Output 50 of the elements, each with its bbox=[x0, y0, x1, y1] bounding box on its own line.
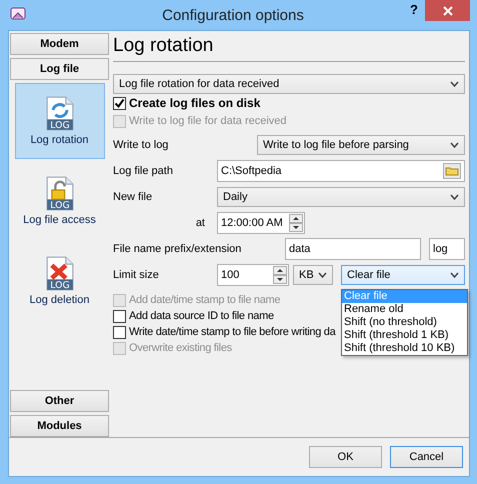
sidebar-item[interactable]: LOG Log file access bbox=[14, 163, 104, 239]
checkbox[interactable]: Write date/time stamp to file before writing da bbox=[113, 324, 336, 340]
field-label: Write to log bbox=[113, 139, 170, 151]
sidebar-section[interactable]: Modem bbox=[10, 33, 109, 55]
dropdown-option[interactable]: Rename old bbox=[342, 303, 467, 316]
check-icon bbox=[114, 98, 125, 108]
close-icon bbox=[442, 6, 452, 16]
field-label: at bbox=[194, 217, 206, 229]
folder-icon[interactable] bbox=[443, 163, 461, 179]
chevron-icon bbox=[450, 142, 459, 148]
dropdown-option[interactable]: Shift (threshold 1 KB) bbox=[342, 329, 467, 342]
window-title: Configuration options bbox=[161, 6, 305, 24]
sidebar-section[interactable]: Modules bbox=[10, 415, 109, 437]
chevron-icon bbox=[450, 194, 459, 200]
log-file-icon: LOG bbox=[46, 96, 74, 131]
mode-dropdown[interactable]: Log file rotation for data received bbox=[113, 74, 465, 94]
dialog-button[interactable]: OK bbox=[309, 446, 382, 468]
size-field[interactable]: 100 bbox=[217, 264, 289, 286]
dropdown-option[interactable]: Shift (threshold 10 KB) bbox=[342, 342, 467, 355]
field-label: Limit size bbox=[113, 269, 160, 281]
sidebar-section[interactable]: Other bbox=[10, 390, 109, 412]
help-button[interactable]: ? bbox=[404, 0, 424, 19]
sidebar-item[interactable]: LOG Log rotation bbox=[14, 83, 104, 159]
new-file-dropdown[interactable]: Daily bbox=[217, 187, 465, 207]
spinner-icon[interactable] bbox=[289, 214, 303, 232]
page-title: Log rotation bbox=[113, 34, 214, 58]
time-field[interactable]: 12:00:00 AM bbox=[217, 212, 305, 234]
prefix-field[interactable]: data bbox=[285, 238, 421, 260]
field-label: New file bbox=[113, 191, 154, 203]
field-label: Log file path bbox=[113, 165, 174, 177]
dialog-button[interactable]: Cancel bbox=[390, 446, 463, 468]
sidebar-item[interactable]: LOG Log deletion bbox=[14, 243, 104, 319]
app-icon bbox=[10, 6, 26, 22]
path-field[interactable]: C:\Softpedia bbox=[217, 160, 465, 182]
sidebar-section[interactable]: Log file bbox=[10, 58, 109, 80]
spinner-icon[interactable] bbox=[273, 266, 287, 284]
log-file-icon: LOG bbox=[46, 176, 74, 211]
log-file-icon: LOG bbox=[46, 256, 74, 291]
checkbox[interactable]: Add data source ID to file name bbox=[113, 308, 274, 324]
action-dropdown[interactable]: Clear file bbox=[341, 265, 465, 285]
chevron-icon bbox=[450, 81, 459, 87]
chevron-icon bbox=[450, 272, 459, 278]
unit-dropdown[interactable]: KB bbox=[293, 265, 333, 285]
chevron-icon bbox=[318, 272, 327, 278]
dropdown-option[interactable]: Shift (no threshold) bbox=[342, 316, 467, 329]
field-label: File name prefix/extension bbox=[113, 243, 242, 255]
extension-field[interactable]: log bbox=[429, 238, 465, 260]
checkbox[interactable]: Create log files on disk bbox=[113, 94, 260, 112]
close-button[interactable] bbox=[425, 0, 470, 21]
write-mode-dropdown[interactable]: Write to log file before parsing bbox=[257, 135, 465, 155]
